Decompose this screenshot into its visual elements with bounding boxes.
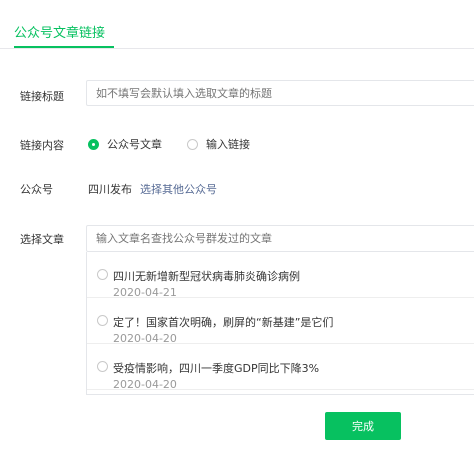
done-button[interactable]: 完成 xyxy=(325,412,401,440)
link-title-label: 链接标题 xyxy=(20,90,64,103)
radio-unchecked-icon xyxy=(97,361,108,372)
article-list: 四川无新增新型冠状病毒肺炎确诊病例 2020-04-21 定了！国家首次明确，刷… xyxy=(86,252,474,395)
change-account-link[interactable]: 选择其他公众号 xyxy=(140,181,217,197)
list-item[interactable]: 受疫情影响，四川一季度GDP同比下降3% 2020-04-20 xyxy=(87,344,474,391)
radio-unchecked-icon xyxy=(97,269,108,280)
radio-unchecked-icon xyxy=(187,138,198,150)
radio-input-link-label: 输入链接 xyxy=(206,138,250,151)
link-title-input[interactable] xyxy=(86,80,474,106)
article-search-input[interactable] xyxy=(86,225,474,252)
radio-official-article[interactable]: 公众号文章 xyxy=(88,136,162,152)
radio-checked-icon xyxy=(88,138,99,150)
account-name: 四川发布 xyxy=(88,183,132,196)
article-date: 2020-04-20 xyxy=(113,378,177,391)
link-content-label: 链接内容 xyxy=(20,139,64,152)
article-title: 受疫情影响，四川一季度GDP同比下降3% xyxy=(113,362,320,375)
select-article-label: 选择文章 xyxy=(20,233,64,246)
tab-article-link[interactable]: 公众号文章链接 xyxy=(14,22,105,41)
tab-active-indicator xyxy=(14,46,114,48)
radio-unchecked-icon xyxy=(97,315,108,326)
tab-bar: 公众号文章链接 xyxy=(0,0,474,49)
article-title: 四川无新增新型冠状病毒肺炎确诊病例 xyxy=(113,270,300,283)
radio-official-article-label: 公众号文章 xyxy=(107,138,162,151)
account-label: 公众号 xyxy=(20,183,53,196)
article-title: 定了！国家首次明确，刷屏的“新基建”是它们 xyxy=(113,316,334,329)
list-item[interactable]: 四川无新增新型冠状病毒肺炎确诊病例 2020-04-21 xyxy=(87,252,474,299)
list-item[interactable]: 定了！国家首次明确，刷屏的“新基建”是它们 2020-04-20 xyxy=(87,298,474,345)
radio-input-link[interactable]: 输入链接 xyxy=(187,136,250,152)
